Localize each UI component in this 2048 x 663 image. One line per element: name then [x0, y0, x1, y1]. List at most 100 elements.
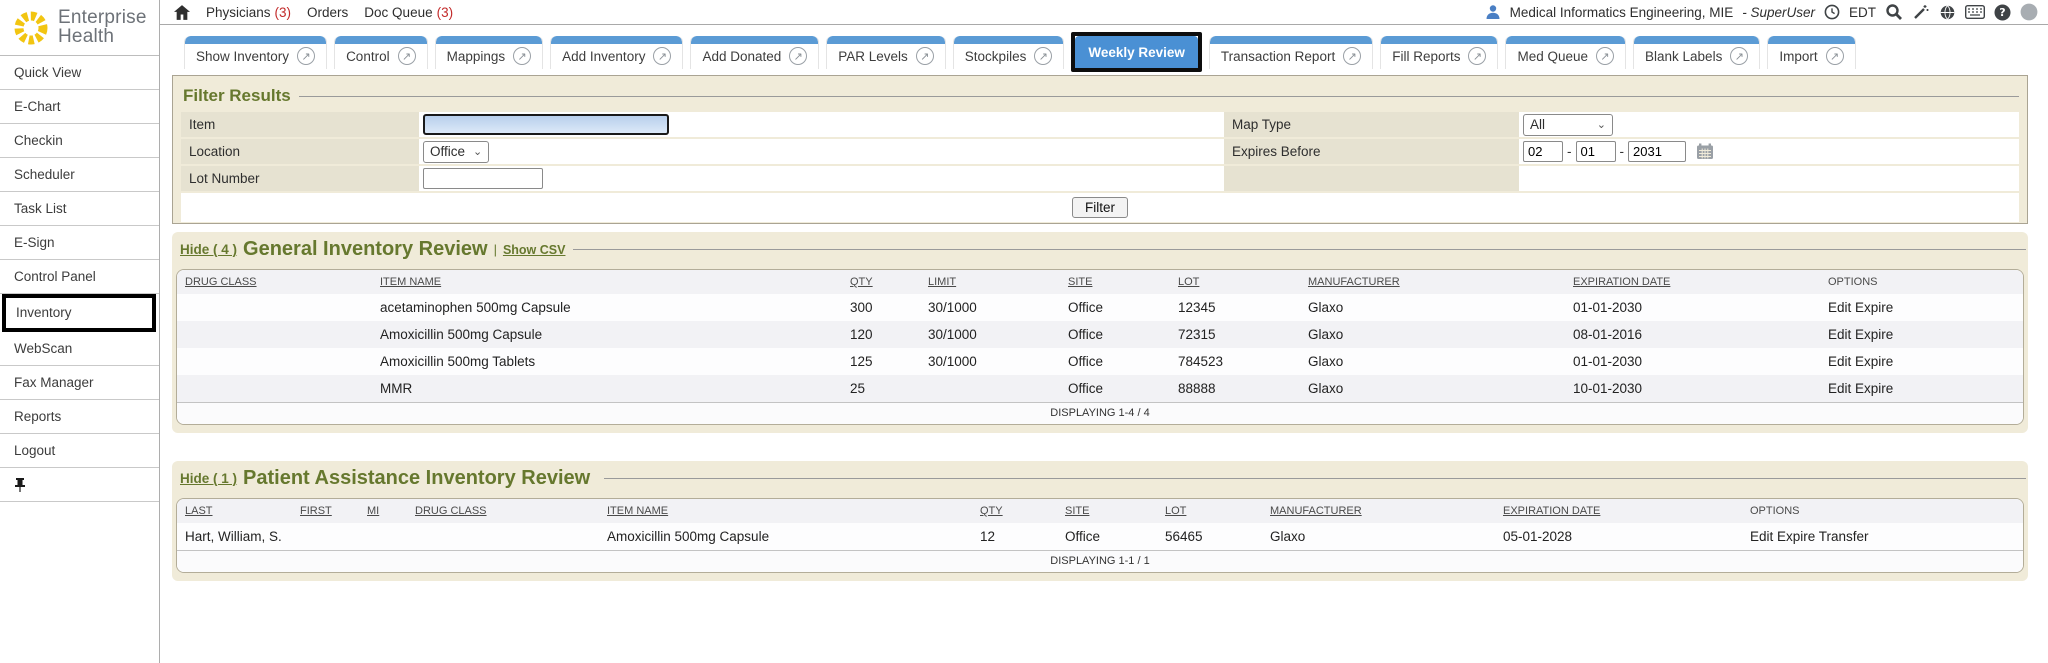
open-in-new-icon[interactable]: ↗ [297, 47, 315, 65]
open-in-new-icon[interactable]: ↗ [916, 47, 934, 65]
cell-qty: 300 [842, 294, 920, 321]
tab-weekly-review[interactable]: Weekly Review [1075, 36, 1198, 68]
open-in-new-icon[interactable]: ↗ [1826, 47, 1844, 65]
tab-add-donated[interactable]: Add Donated↗ [690, 36, 819, 69]
assistance-header-row: LAST FIRST MI DRUG CLASS ITEM NAME QTY S… [177, 499, 2023, 523]
table-row: acetaminophen 500mg Capsule 300 30/1000 … [177, 294, 2023, 321]
tab-fill-reports[interactable]: Fill Reports↗ [1380, 36, 1498, 69]
wand-icon[interactable] [1912, 3, 1930, 21]
sidebar-item-inventory[interactable]: Inventory [6, 298, 152, 328]
open-in-new-icon[interactable]: ↗ [1468, 47, 1486, 65]
location-select[interactable]: Office ⌄ [423, 141, 489, 163]
col-item-name[interactable]: ITEM NAME [607, 505, 668, 517]
tab-transaction-report[interactable]: Transaction Report↗ [1209, 36, 1373, 69]
topnav-physicians[interactable]: Physicians (3) [206, 5, 291, 20]
show-csv-link[interactable]: Show CSV [503, 243, 566, 257]
col-lot[interactable]: LOT [1178, 276, 1199, 288]
col-lot[interactable]: LOT [1165, 505, 1186, 517]
map-type-select[interactable]: All ⌄ [1523, 114, 1613, 136]
topnav-doc-queue[interactable]: Doc Queue (3) [364, 5, 453, 20]
title-separator: | [494, 242, 497, 257]
sunburst-logo-icon [12, 9, 50, 47]
row-options-links[interactable]: Edit Expire [1828, 327, 1893, 342]
enterprise-health-logo: Enterprise Health [0, 0, 159, 56]
filter-button[interactable]: Filter [1072, 197, 1128, 218]
col-mi[interactable]: MI [367, 505, 379, 517]
col-expiration-date[interactable]: EXPIRATION DATE [1503, 505, 1600, 517]
expires-month-input[interactable] [1523, 141, 1563, 162]
col-site[interactable]: SITE [1068, 276, 1092, 288]
tab-show-inventory[interactable]: Show Inventory↗ [184, 36, 327, 69]
general-hide-link[interactable]: Hide ( 4 ) [180, 242, 237, 257]
sidebar-item-webscan[interactable]: WebScan [0, 332, 159, 366]
col-qty[interactable]: QTY [850, 276, 873, 288]
open-in-new-icon[interactable]: ↗ [1034, 47, 1052, 65]
row-options-links[interactable]: Edit Expire [1828, 381, 1893, 396]
tab-mappings[interactable]: Mappings ↗ [435, 36, 544, 69]
assistance-paging-status: DISPLAYING 1-1 / 1 [177, 550, 2023, 572]
sidebar-item-e-chart[interactable]: E-Chart [0, 90, 159, 124]
col-options: OPTIONS [1750, 505, 1800, 517]
help-icon[interactable]: ? [1994, 4, 2011, 21]
col-limit[interactable]: LIMIT [928, 276, 956, 288]
expires-day-input[interactable] [1576, 141, 1616, 162]
keyboard-icon[interactable] [1965, 5, 1985, 19]
open-in-new-icon[interactable]: ↗ [513, 47, 531, 65]
open-in-new-icon[interactable]: ↗ [1343, 47, 1361, 65]
sidebar-item-task-list[interactable]: Task List [0, 192, 159, 226]
cell-site: Office [1060, 348, 1170, 375]
tab-par-levels[interactable]: PAR Levels ↗ [826, 36, 946, 69]
patient-assistance-table-box: LAST FIRST MI DRUG CLASS ITEM NAME QTY S… [176, 498, 2024, 573]
tab-control[interactable]: Control↗ [334, 36, 428, 69]
weekly-review-highlight-box: Weekly Review [1071, 32, 1202, 72]
sidebar-item-reports[interactable]: Reports [0, 400, 159, 434]
expires-year-input[interactable] [1628, 141, 1686, 162]
location-label: Location [181, 139, 419, 164]
open-in-new-icon[interactable]: ↗ [1730, 47, 1748, 65]
sidebar-item-checkin[interactable]: Checkin [0, 124, 159, 158]
row-options-links[interactable]: Edit Expire [1828, 354, 1893, 369]
tab-label: Mappings [447, 49, 506, 64]
row-options-links[interactable]: Edit Expire Transfer [1750, 529, 1869, 544]
tab-stockpiles[interactable]: Stockpiles↗ [953, 36, 1065, 69]
sidebar-item-control-panel[interactable]: Control Panel [0, 260, 159, 294]
col-site[interactable]: SITE [1065, 505, 1089, 517]
lot-number-input[interactable] [423, 168, 543, 189]
assistance-hide-link[interactable]: Hide ( 1 ) [180, 471, 237, 486]
tab-add-inventory[interactable]: Add Inventory↗ [550, 36, 683, 69]
item-input[interactable] [423, 114, 669, 135]
col-drug-class[interactable]: DRUG CLASS [185, 276, 257, 288]
cell-expiration: 01-01-2030 [1565, 294, 1820, 321]
tab-blank-labels[interactable]: Blank Labels↗ [1633, 36, 1760, 69]
row-options-links[interactable]: Edit Expire [1828, 300, 1893, 315]
col-qty[interactable]: QTY [980, 505, 1003, 517]
col-last[interactable]: LAST [185, 505, 213, 517]
open-in-new-icon[interactable]: ↗ [789, 47, 807, 65]
open-in-new-icon[interactable]: ↗ [1596, 47, 1614, 65]
tab-import[interactable]: Import↗ [1767, 36, 1855, 69]
open-in-new-icon[interactable]: ↗ [398, 47, 416, 65]
calendar-icon[interactable] [1696, 143, 1714, 160]
home-icon[interactable] [174, 5, 190, 20]
sidebar-item-fax-manager[interactable]: Fax Manager [0, 366, 159, 400]
col-item-name[interactable]: ITEM NAME [380, 276, 441, 288]
topnav-orders[interactable]: Orders [307, 5, 348, 20]
patient-assistance-table: LAST FIRST MI DRUG CLASS ITEM NAME QTY S… [177, 499, 2023, 550]
sidebar-item-e-sign[interactable]: E-Sign [0, 226, 159, 260]
col-drug-class[interactable]: DRUG CLASS [415, 505, 487, 517]
avatar[interactable] [2020, 3, 2038, 21]
tab-med-queue[interactable]: Med Queue↗ [1505, 36, 1626, 69]
sidebar-item-logout[interactable]: Logout [0, 434, 159, 468]
col-expiration-date[interactable]: EXPIRATION DATE [1573, 276, 1670, 288]
globe-icon[interactable] [1939, 4, 1956, 21]
inventory-highlight-box: Inventory [2, 294, 156, 332]
search-icon[interactable] [1885, 3, 1903, 21]
col-manufacturer[interactable]: MANUFACTURER [1308, 276, 1400, 288]
sidebar-item-quick-view[interactable]: Quick View [0, 56, 159, 90]
col-manufacturer[interactable]: MANUFACTURER [1270, 505, 1362, 517]
sidebar-item-scheduler[interactable]: Scheduler [0, 158, 159, 192]
col-first[interactable]: FIRST [300, 505, 332, 517]
open-in-new-icon[interactable]: ↗ [653, 47, 671, 65]
tab-label: PAR Levels [838, 49, 908, 64]
pin-icon[interactable] [14, 478, 26, 492]
